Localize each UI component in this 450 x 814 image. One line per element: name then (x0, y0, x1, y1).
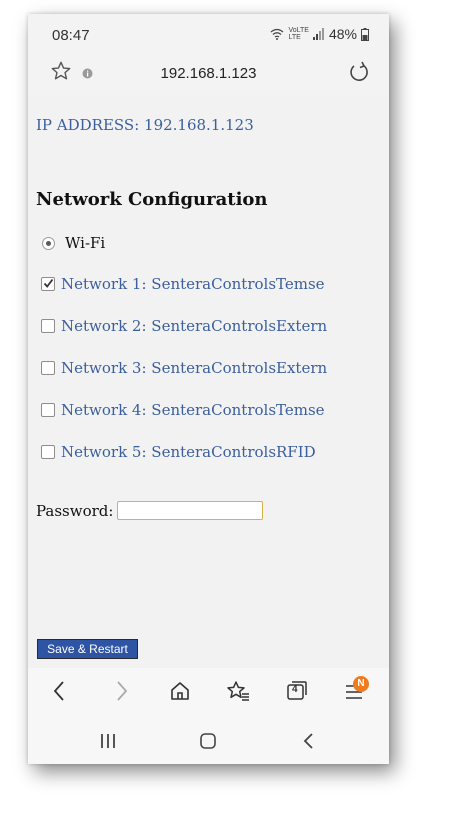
wifi-radio[interactable] (42, 236, 55, 250)
home-icon[interactable] (169, 680, 191, 702)
bookmarks-icon[interactable] (226, 680, 250, 702)
network-row-4[interactable]: Network 4: SenteraControlsTemse (41, 401, 325, 419)
phone-screen: 08:47 VoLTE LTE 48% 192.168.1.123 IP ADD… (28, 14, 389, 764)
section-title: Network Configuration (36, 189, 268, 210)
password-row: Password: (36, 501, 264, 520)
web-page-content: IP ADDRESS: 192.168.1.123 Network Config… (28, 96, 389, 686)
battery-percent: 48% (328, 26, 357, 42)
wifi-radio-row[interactable]: Wi-Fi (42, 234, 105, 252)
network-5-checkbox[interactable] (41, 445, 55, 459)
menu-notification-badge: N (353, 676, 369, 692)
tabs-count: 4 (292, 684, 298, 695)
wifi-icon (271, 28, 284, 40)
network-4-checkbox[interactable] (41, 403, 55, 417)
url-text[interactable]: 192.168.1.123 (28, 65, 389, 82)
ip-address-text: IP ADDRESS: 192.168.1.123 (36, 116, 254, 134)
status-time: 08:47 (52, 27, 90, 44)
tabs-button[interactable]: 4 (286, 680, 308, 707)
wifi-radio-label: Wi-Fi (65, 234, 106, 252)
password-input[interactable] (117, 501, 264, 520)
recent-apps-icon[interactable] (99, 732, 117, 750)
network-row-5[interactable]: Network 5: SenteraControlsRFID (41, 443, 316, 461)
reload-icon[interactable] (349, 61, 369, 83)
status-icons: VoLTE LTE 48% (270, 26, 369, 42)
network-2-checkbox[interactable] (41, 319, 55, 333)
back-arrow-icon[interactable] (52, 680, 66, 702)
network-2-label: Network 2: SenteraControlsExtern (61, 317, 328, 335)
signal-icon (312, 28, 324, 40)
checkmark-icon (43, 278, 54, 288)
status-bar: 08:47 VoLTE LTE 48% (28, 14, 389, 52)
battery-icon (361, 27, 369, 41)
network-row-3[interactable]: Network 3: SenteraControlsExtern (41, 359, 327, 377)
network-row-2[interactable]: Network 2: SenteraControlsExtern (41, 317, 327, 335)
network-row-1[interactable]: Network 1: SenteraControlsTemse (41, 275, 325, 293)
browser-toolbar: 4 N (28, 668, 389, 716)
save-restart-button[interactable]: Save & Restart (37, 639, 138, 659)
network-1-label: Network 1: SenteraControlsTemse (61, 275, 325, 293)
browser-address-bar: 192.168.1.123 (28, 52, 389, 96)
network-5-label: Network 5: SenteraControlsRFID (61, 443, 316, 461)
network-type-badge: VoLTE LTE (288, 27, 309, 41)
home-button-icon[interactable] (199, 732, 217, 750)
network-1-checkbox[interactable] (41, 277, 55, 291)
password-label: Password: (36, 501, 114, 520)
forward-arrow-icon[interactable] (115, 680, 129, 702)
network-3-label: Network 3: SenteraControlsExtern (61, 359, 328, 377)
android-navigation-bar (28, 716, 389, 764)
network-3-checkbox[interactable] (41, 361, 55, 375)
system-back-icon[interactable] (302, 732, 316, 750)
network-4-label: Network 4: SenteraControlsTemse (61, 401, 325, 419)
